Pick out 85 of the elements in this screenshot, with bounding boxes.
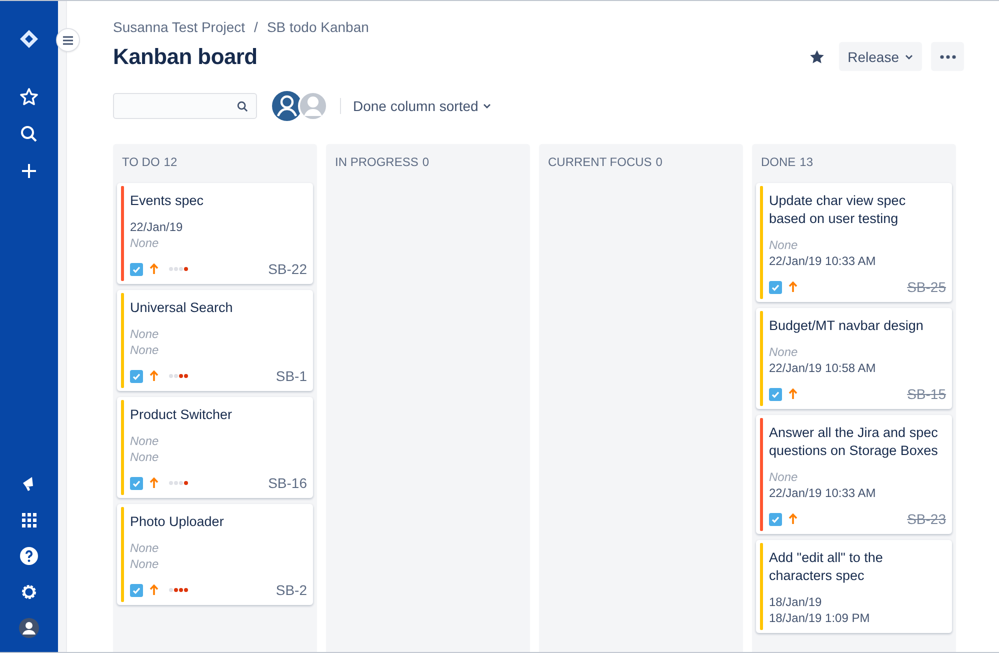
- app-grid-icon[interactable]: [19, 510, 39, 530]
- issue-card[interactable]: Budget/MT navbar design None 22/Jan/19 10:58 AM SB-15: [756, 308, 952, 409]
- more-button[interactable]: [931, 42, 964, 71]
- card-field: None: [769, 469, 946, 485]
- issue-key[interactable]: SB-23: [907, 511, 946, 527]
- card-field: None: [130, 540, 307, 556]
- issue-card[interactable]: Events spec 22/Jan/19 None SB-22: [117, 183, 313, 284]
- menu-icon: [63, 36, 73, 44]
- search-field[interactable]: [113, 93, 257, 119]
- column-count: 13: [800, 155, 814, 169]
- card-field: None: [130, 556, 307, 572]
- card-field: 22/Jan/19 10:33 AM: [769, 485, 946, 501]
- checkbox-icon: [130, 370, 143, 382]
- card-field: 18/Jan/19 1:09 PM: [769, 610, 946, 626]
- card-title: Photo Uploader: [130, 513, 225, 531]
- issue-card[interactable]: Product Switcher None None SB-16: [117, 397, 313, 498]
- checkbox-icon: [130, 262, 143, 276]
- checkbox-icon: [130, 584, 143, 596]
- issue-card[interactable]: Universal Search None None SB-1: [117, 290, 313, 391]
- card-field: 18/Jan/19: [769, 594, 946, 610]
- breadcrumb-separator: /: [254, 19, 258, 35]
- card-field: 22/Jan/19 10:58 AM: [769, 360, 946, 376]
- card-field: None: [130, 433, 307, 449]
- arrow-up-icon: [149, 477, 159, 489]
- issue-key[interactable]: SB-22: [268, 261, 307, 277]
- arrow-up-icon: [788, 281, 798, 293]
- issue-card[interactable]: Answer all the Jira and spec questions on Storage Boxes None 22/Jan/19 10:33 AM SB-23: [756, 415, 952, 534]
- arrow-up-icon: [149, 370, 159, 382]
- issue-card[interactable]: Photo Uploader None None SB-2: [117, 504, 313, 605]
- search-icon: [237, 100, 248, 112]
- card-field: None: [130, 235, 307, 251]
- card-field: None: [130, 326, 307, 342]
- checkbox-icon: [769, 280, 782, 294]
- column-title: CURRENT FOCUS: [548, 155, 652, 169]
- card-title: Add "edit all" to the characters spec: [769, 549, 884, 585]
- checkbox-icon: [130, 476, 143, 490]
- checkbox-icon: [769, 512, 782, 526]
- card-field: None: [130, 342, 307, 358]
- settings-icon[interactable]: [19, 582, 39, 602]
- page-title: Kanban board: [113, 44, 258, 70]
- issue-key[interactable]: SB-16: [268, 475, 307, 491]
- card-field: None: [130, 449, 307, 465]
- column-count: 0: [422, 155, 430, 169]
- column-title: DONE: [761, 155, 796, 169]
- menu-button[interactable]: [57, 29, 79, 51]
- breadcrumb-link[interactable]: Susanna Test Project: [113, 19, 246, 35]
- release-button[interactable]: Release: [838, 42, 922, 71]
- issue-key[interactable]: SB-25: [907, 279, 946, 295]
- checkbox-icon: [769, 388, 782, 400]
- card-field: None: [769, 237, 946, 253]
- issue-key[interactable]: SB-2: [276, 582, 307, 598]
- card-field: None: [769, 344, 946, 360]
- arrow-up-icon: [788, 388, 798, 400]
- arrow-up-icon: [788, 513, 798, 525]
- issue-key[interactable]: SB-1: [276, 368, 307, 384]
- issue-card[interactable]: Add "edit all" to the characters spec 18/Jan/19 18/Jan/19 1:09 PM: [756, 540, 952, 633]
- star-icon[interactable]: [808, 48, 825, 64]
- card-title: Product Switcher: [130, 406, 234, 424]
- issue-key[interactable]: SB-15: [907, 386, 946, 402]
- help-icon[interactable]: [19, 546, 39, 566]
- card-field: 22/Jan/19 10:33 AM: [769, 253, 946, 269]
- card-title: Events spec: [130, 192, 205, 210]
- column-count: 12: [164, 155, 178, 169]
- arrow-up-icon: [149, 584, 159, 596]
- chevron-down-icon: [905, 54, 913, 60]
- column-title: IN PROGRESS: [335, 155, 418, 169]
- column-count: 0: [656, 155, 662, 169]
- card-title: Budget/MT navbar design: [769, 317, 924, 335]
- breadcrumb-link[interactable]: SB todo Kanban: [266, 19, 369, 35]
- plus-icon[interactable]: [19, 161, 39, 181]
- chevron-down-icon: [483, 103, 492, 109]
- issue-card[interactable]: Update char view spec based on user testing None 22/Jan/19 10:33 AM SB-25: [756, 183, 952, 302]
- user-avatar-icon[interactable]: [19, 618, 39, 638]
- user-avatar-icon[interactable]: [272, 91, 302, 121]
- card-title: Update char view spec based on user testing: [769, 192, 907, 228]
- card-title: Universal Search: [130, 299, 234, 317]
- filter-dropdown[interactable]: Done column sorted: [353, 98, 492, 114]
- star-icon[interactable]: [19, 87, 39, 107]
- search-icon[interactable]: [19, 124, 39, 144]
- column-title: TO DO: [122, 155, 160, 169]
- more-icon: [940, 54, 956, 58]
- card-field: 22/Jan/19: [130, 219, 307, 235]
- arrow-up-icon: [149, 263, 159, 275]
- card-title: Answer all the Jira and spec questions on Storage Boxes: [769, 424, 939, 460]
- diamond-logo-icon[interactable]: [19, 29, 39, 49]
